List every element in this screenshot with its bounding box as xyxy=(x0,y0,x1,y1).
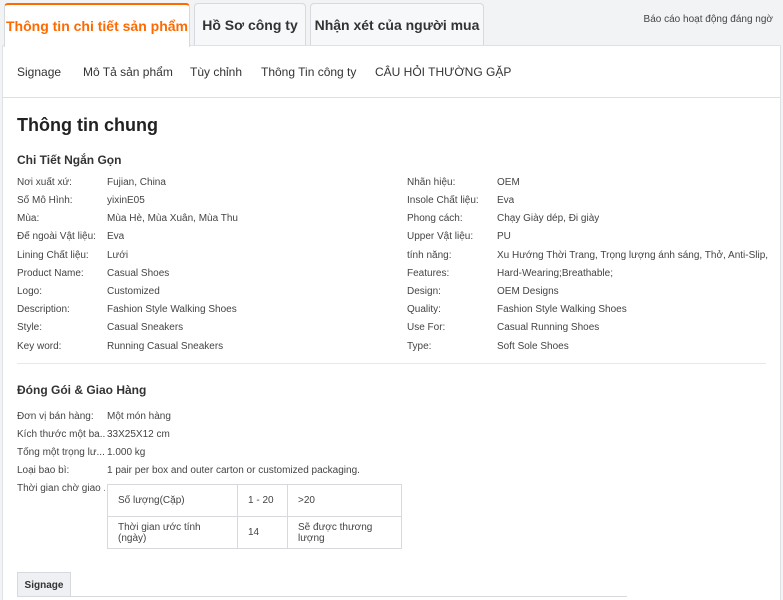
spec-value: Eva xyxy=(497,195,515,206)
spec-value: Soft Sole Shoes xyxy=(497,341,569,352)
lead-time-table: Số lượng(Cặp) 1 - 20 >20 Thời gian ước t… xyxy=(107,484,402,549)
spec-value: Hard-Wearing;Breathable; xyxy=(497,268,613,279)
spec-label: Phong cách: xyxy=(407,213,463,224)
spec-label: tính năng: xyxy=(407,250,452,261)
subnav-company-info[interactable]: Thông Tin công ty xyxy=(261,65,356,79)
page-title: Thông tin chung xyxy=(17,115,158,135)
spec-value: Fujian, China xyxy=(107,177,166,188)
subnav-signage[interactable]: Signage xyxy=(17,65,61,79)
table-row: Số lượng(Cặp) 1 - 20 >20 xyxy=(107,484,402,517)
signage-divider xyxy=(17,596,627,597)
spec-label: Key word: xyxy=(17,341,62,352)
section-divider xyxy=(17,363,766,364)
subnav-product-description[interactable]: Mô Tả sản phẩm xyxy=(83,65,173,79)
spec-label: Nơi xuất xứ: xyxy=(17,177,72,188)
tab-buyer-reviews[interactable]: Nhận xét của người mua xyxy=(310,3,484,46)
spec-label: Product Name: xyxy=(17,268,84,279)
signage-section-tab[interactable]: Signage xyxy=(17,572,71,597)
spec-value: Fashion Style Walking Shoes xyxy=(107,304,237,315)
spec-label: Loại bao bì: xyxy=(17,465,70,476)
spec-label: Lining Chất liệu: xyxy=(17,250,89,261)
spec-value: Customized xyxy=(107,286,160,297)
table-cell: 14 xyxy=(237,516,288,549)
spec-value: Casual Sneakers xyxy=(107,322,184,333)
tab-company-profile[interactable]: Hồ Sơ công ty xyxy=(194,3,306,46)
spec-value: yixinE05 xyxy=(107,195,145,206)
tab-product-details[interactable]: Thông tin chi tiết sản phẩm xyxy=(4,3,190,47)
spec-value: Chạy Giày dép, Đi giày xyxy=(497,213,600,224)
spec-value: OEM Designs xyxy=(497,286,559,297)
spec-label: Thời gian chờ giao ... xyxy=(17,483,105,494)
spec-label: Insole Chất liệu: xyxy=(407,195,479,206)
spec-label: Đơn vị bán hàng: xyxy=(17,411,94,422)
table-cell: Số lượng(Cặp) xyxy=(107,484,238,517)
spec-value: Xu Hướng Thời Trang, Trọng lượng ánh sán… xyxy=(497,250,769,261)
spec-value: Một món hàng xyxy=(107,411,171,422)
spec-value: Casual Running Shoes xyxy=(497,322,600,333)
spec-value: Fashion Style Walking Shoes xyxy=(497,304,627,315)
spec-label: Design: xyxy=(407,286,441,297)
table-cell: 1 - 20 xyxy=(237,484,288,517)
spec-value: Casual Shoes xyxy=(107,268,170,279)
subnav-faq[interactable]: CÂU HỎI THƯỜNG GẶP xyxy=(375,65,511,79)
spec-value: Lưới xyxy=(107,250,129,261)
spec-value: Eva xyxy=(107,231,125,242)
spec-label: Kích thước một ba... xyxy=(17,429,105,440)
product-detail-panel: Signage Mô Tả sản phẩm Tùy chỉnh Thông T… xyxy=(2,45,781,600)
spec-label: Type: xyxy=(407,341,432,352)
top-tab-bar: Thông tin chi tiết sản phẩm Hồ Sơ công t… xyxy=(0,0,783,47)
table-cell: >20 xyxy=(287,484,402,517)
spec-value: 1 pair per box and outer carton or custo… xyxy=(107,465,360,476)
spec-label: Số Mô Hình: xyxy=(17,195,73,206)
spec-value: 33X25X12 cm xyxy=(107,429,170,440)
spec-label: Đế ngoài Vật liệu: xyxy=(17,231,96,242)
spec-label: Description: xyxy=(17,304,70,315)
spec-label: Tổng một trọng lư... xyxy=(17,447,105,458)
spec-value: Mùa Hè, Mùa Xuân, Mùa Thu xyxy=(107,213,238,224)
table-cell: Thời gian ước tính (ngày) xyxy=(107,516,238,549)
spec-label: Upper Vật liệu: xyxy=(407,231,474,242)
spec-value: PU xyxy=(497,231,511,242)
spec-label: Logo: xyxy=(17,286,43,297)
table-row: Thời gian ước tính (ngày) 14 Sẽ được thư… xyxy=(107,516,402,549)
spec-label: Features: xyxy=(407,268,450,279)
spec-label: Mùa: xyxy=(17,213,40,224)
spec-label: Style: xyxy=(17,322,43,333)
spec-value: Running Casual Sneakers xyxy=(107,341,224,352)
brief-details-heading: Chi Tiết Ngắn Gọn xyxy=(17,153,122,167)
spec-label: Use For: xyxy=(407,322,446,333)
spec-value: OEM xyxy=(497,177,520,188)
spec-value: 1.000 kg xyxy=(107,447,146,458)
spec-label: Quality: xyxy=(407,304,441,315)
table-cell: Sẽ được thương lượng xyxy=(287,516,402,549)
subnav-customization[interactable]: Tùy chỉnh xyxy=(190,65,242,79)
packaging-heading: Đóng Gói & Giao Hàng xyxy=(17,383,147,397)
section-subnav: Signage Mô Tả sản phẩm Tùy chỉnh Thông T… xyxy=(3,46,780,98)
spec-label: Nhãn hiệu: xyxy=(407,177,456,188)
report-suspicious-link[interactable]: Báo cáo hoạt động đáng ngờ xyxy=(644,14,773,25)
